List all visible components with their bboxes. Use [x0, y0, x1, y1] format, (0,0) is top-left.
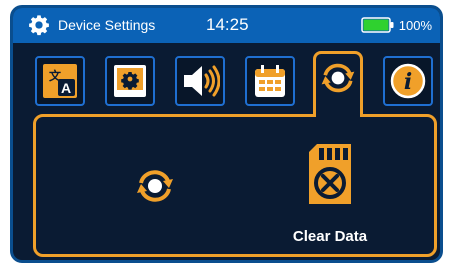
- status-bar-title-group: Device Settings: [28, 14, 155, 36]
- tab-sync[interactable]: [313, 51, 363, 117]
- tab-display[interactable]: [105, 56, 155, 106]
- tab-info[interactable]: i: [383, 56, 433, 106]
- speaker-volume-icon: [184, 65, 220, 97]
- sync-icon: [321, 63, 355, 92]
- battery-indicator: 100%: [361, 17, 432, 33]
- tab-language[interactable]: 文 A: [35, 56, 85, 106]
- status-bar: Device Settings 14:25 100%: [13, 8, 440, 43]
- language-translate-icon: 文 A: [43, 64, 77, 98]
- display-settings-icon: [114, 65, 146, 97]
- clear-data-label: Clear Data: [292, 228, 368, 245]
- app-title: Device Settings: [58, 17, 156, 33]
- svg-text:i: i: [404, 69, 412, 95]
- gear-icon: [29, 15, 49, 36]
- settings-tab-bar: 文 A i: [13, 51, 440, 117]
- clock: 14:25: [206, 15, 249, 34]
- sync-icon: [137, 170, 173, 202]
- battery-icon: [361, 17, 394, 33]
- sync-panel: Clear Data: [33, 114, 437, 257]
- calendar-icon: [255, 65, 285, 97]
- device-screen: Device Settings 14:25 100% 文 A i Clear D…: [10, 5, 443, 263]
- sd-card-clear-icon: [309, 144, 351, 204]
- battery-percent: 100%: [398, 17, 432, 33]
- clear-data-button[interactable]: Clear Data: [280, 144, 380, 256]
- tab-date[interactable]: [245, 56, 295, 106]
- svg-text:A: A: [61, 80, 71, 96]
- tab-sound[interactable]: [175, 56, 225, 106]
- info-icon: i: [390, 63, 426, 99]
